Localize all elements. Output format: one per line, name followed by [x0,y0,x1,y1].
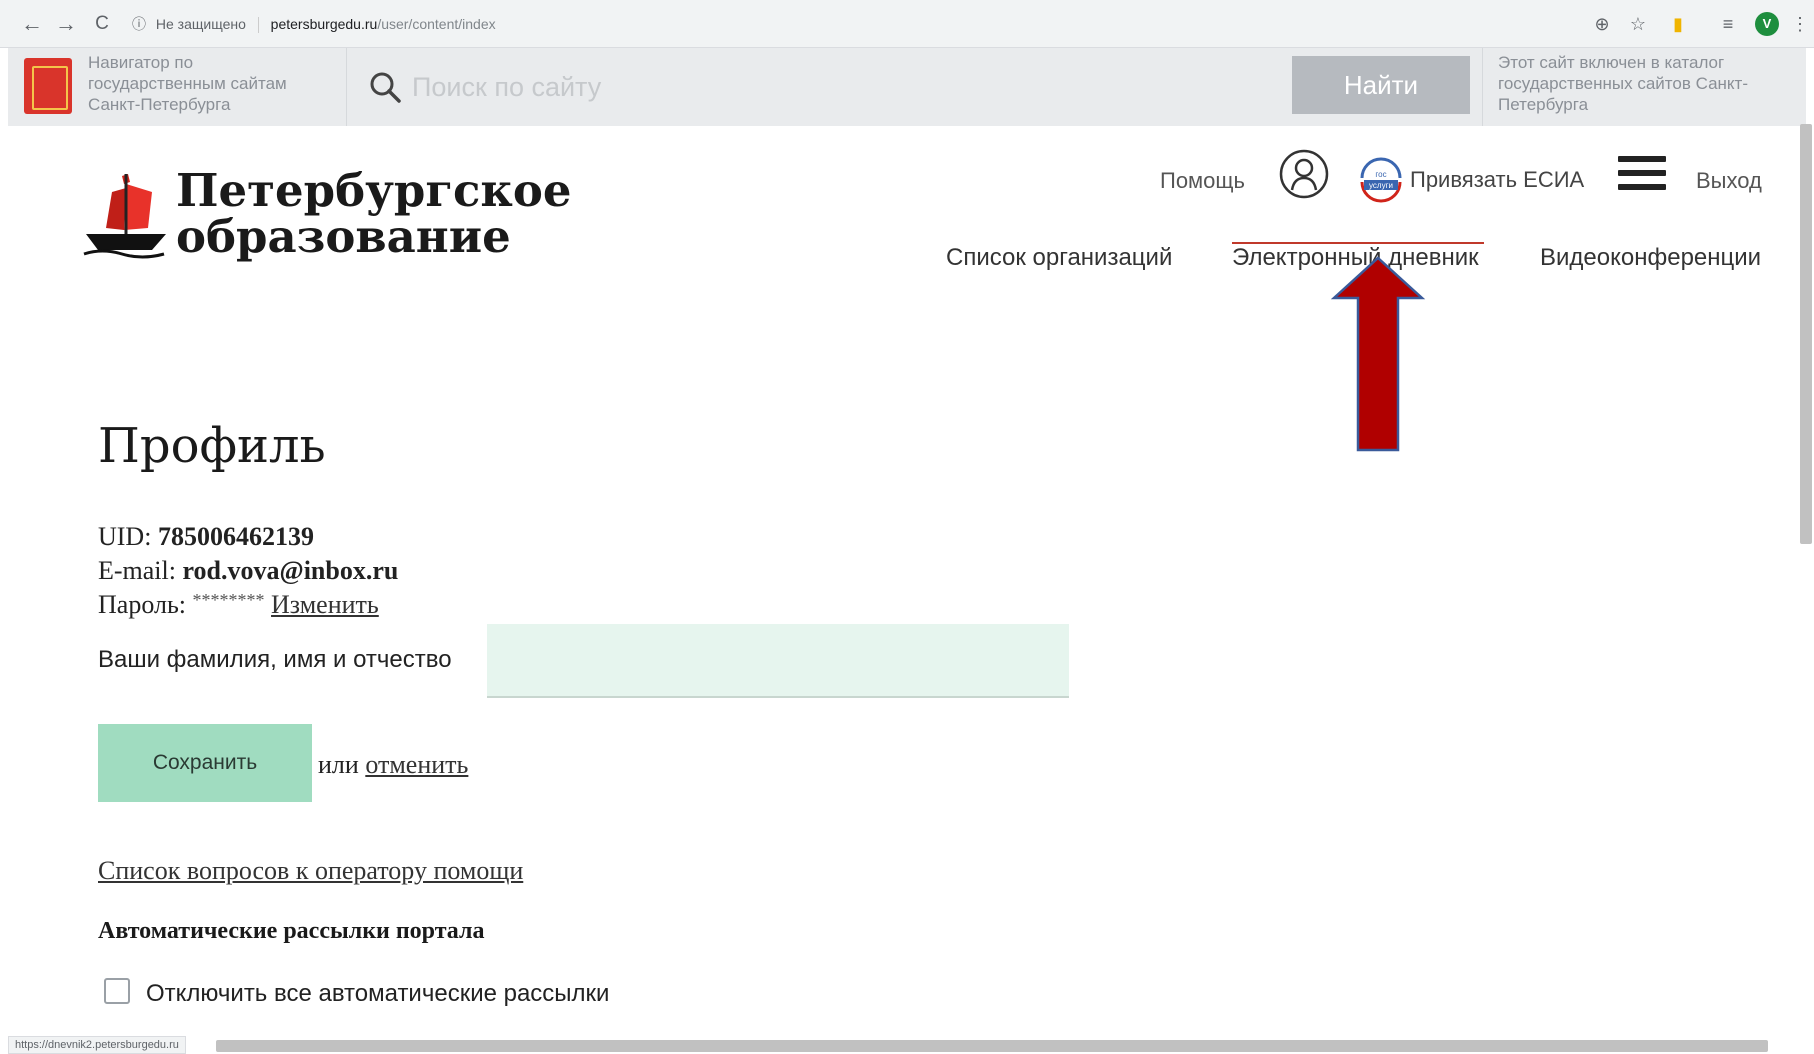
divider [346,48,347,126]
forward-icon[interactable]: → [52,10,80,38]
site-search-input[interactable] [412,66,1272,108]
more-menu-icon[interactable]: ⋮ [1786,10,1814,38]
address-bar[interactable]: ⓘ Не защищено petersburgedu.ru/user/cont… [132,12,496,36]
uid-value: 785006462139 [157,522,314,551]
nav-organizations-list[interactable]: Список организаций [946,244,1172,272]
disable-mailings-checkbox[interactable] [104,978,130,1004]
url-host: petersburgedu.ru [270,16,378,32]
password-label: Пароль: [98,590,193,619]
hamburger-menu-icon[interactable] [1618,156,1666,192]
gosuslugi-label-bottom: услуги [1369,181,1393,190]
profile-avatar[interactable]: V [1755,12,1779,36]
user-profile-icon[interactable] [1278,148,1330,200]
email-label: E-mail: [98,556,183,585]
or-cancel-text: или отменить [318,750,468,780]
gov-navigator-link[interactable]: Навигатор по государственным сайтам Санк… [88,52,328,115]
ship-logo-icon [83,174,166,259]
fio-input[interactable] [487,624,1069,698]
url-path: /user/content/index [377,16,496,32]
search-icon [370,72,401,103]
reload-icon[interactable]: C [88,10,116,38]
email-line: E-mail: rod.vova@inbox.ru [98,556,398,586]
annotation-arrow-icon [1330,256,1426,452]
bookmark-star-icon[interactable]: ☆ [1624,10,1652,38]
horizontal-scrollbar[interactable] [216,1040,1768,1052]
find-button[interactable]: Найти [1292,56,1470,114]
extension-icon[interactable]: ▮ [1664,10,1692,38]
site-logo[interactable]: Петербургское образование [82,168,572,268]
divider [1482,48,1483,126]
nav-videoconferences[interactable]: Видеоконференции [1540,244,1761,272]
info-icon[interactable]: ⓘ [132,16,146,32]
change-password-link[interactable]: Изменить [271,590,379,619]
browser-toolbar: ← → C ⓘ Не защищено petersburgedu.ru/use… [0,0,1814,48]
zoom-icon[interactable]: ⊕ [1588,10,1616,38]
mailing-section-heading: Автоматические рассылки портала [98,918,485,944]
uid-line: UID: 785006462139 [98,522,314,552]
logo-line-1: Петербургское [176,164,572,217]
spb-emblem-icon[interactable] [24,58,72,114]
gov-catalog-link[interactable]: Этот сайт включен в каталог государствен… [1498,52,1808,115]
uid-label: UID: [98,522,158,551]
help-link[interactable]: Помощь [1160,168,1245,194]
playlist-icon[interactable]: ≡ [1714,10,1742,38]
gov-navigator-strip: Навигатор по государственным сайтам Санк… [8,48,1806,126]
email-value: rod.vova@inbox.ru [182,556,399,585]
logo-title: Петербургское образование [176,168,572,260]
cancel-link[interactable]: отменить [365,750,468,779]
save-button[interactable]: Сохранить [98,724,312,802]
or-label: или [318,750,366,779]
logout-link[interactable]: Выход [1696,168,1762,194]
fio-label: Ваши фамилия, имя и отчество [98,646,452,673]
status-bar-url: https://dnevnik2.petersburgedu.ru [8,1036,186,1054]
gosuslugi-label-top: гос [1375,170,1386,179]
address-separator [257,17,259,34]
vertical-scrollbar[interactable] [1800,124,1812,544]
logo-line-2: образование [176,210,511,263]
back-icon[interactable]: ← [18,10,46,38]
help-questions-link[interactable]: Список вопросов к оператору помощи [98,856,523,886]
password-value: ******** [192,590,265,610]
page-title: Профиль [98,418,326,474]
disable-mailings-label[interactable]: Отключить все автоматические рассылки [146,980,609,1008]
security-status: Не защищено [155,16,246,32]
password-line: Пароль: ******** Изменить [98,590,379,620]
link-esia-link[interactable]: Привязать ЕСИА [1410,167,1584,193]
gosuslugi-icon[interactable]: гос услуги [1356,152,1406,208]
